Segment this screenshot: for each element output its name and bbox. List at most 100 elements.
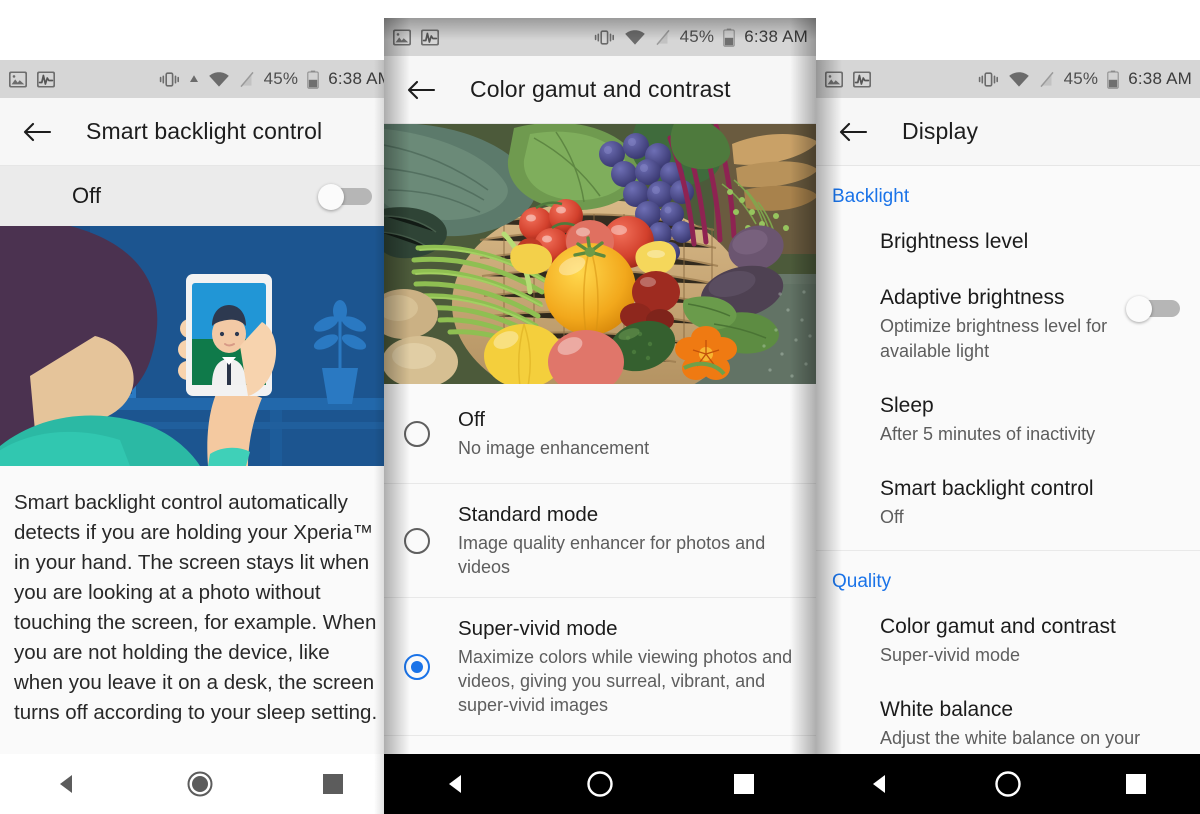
setting-subtitle: After 5 minutes of inactivity xyxy=(880,424,1096,444)
setting-title: Sleep xyxy=(880,394,934,417)
back-arrow-icon[interactable] xyxy=(16,111,58,153)
setting-title: Brightness level xyxy=(880,230,1029,253)
setting-color-gamut-and-contrast[interactable]: Color gamut and contrast Super-vivid mod… xyxy=(816,599,1200,682)
section-header-backlight: Backlight xyxy=(832,186,910,207)
setting-texts: Adaptive brightness Optimize brightness … xyxy=(880,284,1122,364)
battery-percent-label: 45% xyxy=(263,69,299,88)
nav-bar-left xyxy=(0,754,400,814)
setting-brightness-level[interactable]: Brightness level xyxy=(816,214,1200,270)
smart-backlight-toggle-row[interactable]: Off xyxy=(0,166,400,226)
right-phone-panel-display: 45% 6:38 AM Display Backlight Brightness… xyxy=(816,60,1200,814)
status-bar-right: 45% 6:38 AM xyxy=(816,60,1200,98)
switch-knob xyxy=(1126,296,1152,322)
signal-triangle-icon xyxy=(189,74,199,85)
radio-off[interactable] xyxy=(404,420,430,447)
setting-texts: Color gamut and contrast Super-vivid mod… xyxy=(880,613,1180,668)
adaptive-brightness-switch-wrap xyxy=(1122,284,1180,322)
battery-percent-label: 45% xyxy=(1063,69,1099,88)
nav-bar-right xyxy=(816,754,1200,814)
screenshot-root: 45% 6:38 AM Smart backlight control Off xyxy=(0,0,1200,814)
option-description: Maximize colors while viewing photos and… xyxy=(458,647,793,715)
nav-home-icon[interactable] xyxy=(978,762,1038,806)
option-texts: Off No image enhancement xyxy=(458,407,798,460)
setting-smart-backlight-control[interactable]: Smart backlight control Off xyxy=(816,461,1200,544)
nav-back-icon[interactable] xyxy=(37,762,97,806)
setting-subtitle: Super-vivid mode xyxy=(880,645,1021,665)
page-title-left: Smart backlight control xyxy=(86,118,323,144)
wifi-icon xyxy=(624,29,646,46)
wifi-icon xyxy=(1008,71,1030,88)
signal-off-icon xyxy=(1039,71,1055,88)
vibrate-icon xyxy=(594,29,615,46)
page-title-right: Display xyxy=(902,118,979,144)
nav-bar-center xyxy=(384,754,816,814)
adaptive-brightness-switch[interactable] xyxy=(1126,296,1180,322)
nav-recents-icon[interactable] xyxy=(714,762,774,806)
nav-back-icon[interactable] xyxy=(426,762,486,806)
setting-title: Smart backlight control xyxy=(880,477,1094,500)
activity-notification-icon xyxy=(420,28,440,47)
option-super-vivid-mode[interactable]: Super-vivid mode Maximize colors while v… xyxy=(384,598,816,736)
setting-sleep[interactable]: Sleep After 5 minutes of inactivity xyxy=(816,378,1200,461)
clock-label: 6:38 AM xyxy=(744,27,808,46)
nav-recents-icon[interactable] xyxy=(303,762,363,806)
option-description: No image enhancement xyxy=(458,438,650,458)
option-label: Off xyxy=(458,408,485,431)
status-bar-indicators-center: 45% 6:38 AM xyxy=(594,27,808,47)
option-texts: Super-vivid mode Maximize colors while v… xyxy=(458,616,798,717)
back-arrow-icon[interactable] xyxy=(832,111,874,153)
battery-icon xyxy=(1107,70,1119,89)
smart-backlight-switch[interactable] xyxy=(318,184,372,210)
color-gamut-preview-image xyxy=(384,124,816,384)
section-header-quality: Quality xyxy=(832,571,892,592)
status-bar-notifications-center xyxy=(392,28,440,47)
status-bar-left: 45% 6:38 AM xyxy=(0,60,400,98)
nav-recents-icon[interactable] xyxy=(1106,762,1166,806)
status-bar-center: 45% 6:38 AM xyxy=(384,18,816,56)
status-bar-indicators-left: 45% 6:38 AM xyxy=(159,69,392,89)
section-backlight: Backlight Brightness level Adaptive brig… xyxy=(816,166,1200,544)
clock-label: 6:38 AM xyxy=(1128,69,1192,88)
setting-subtitle: Optimize brightness level for available … xyxy=(880,316,1108,361)
setting-title: Color gamut and contrast xyxy=(880,615,1116,638)
setting-title: Adaptive brightness xyxy=(880,286,1065,309)
nav-home-icon[interactable] xyxy=(570,762,630,806)
image-notification-icon xyxy=(392,28,412,47)
image-notification-icon xyxy=(824,70,844,89)
smart-backlight-description: Smart backlight control automatically de… xyxy=(14,491,378,724)
setting-texts: Sleep After 5 minutes of inactivity xyxy=(880,392,1180,447)
smart-backlight-illustration xyxy=(0,226,400,466)
option-standard-mode[interactable]: Standard mode Image quality enhancer for… xyxy=(384,484,816,598)
nav-back-icon[interactable] xyxy=(850,762,910,806)
back-arrow-icon[interactable] xyxy=(400,69,442,111)
nav-home-icon[interactable] xyxy=(170,762,230,806)
setting-adaptive-brightness[interactable]: Adaptive brightness Optimize brightness … xyxy=(816,270,1200,378)
signal-off-icon xyxy=(239,71,255,88)
status-bar-notifications-left xyxy=(8,70,56,89)
vibrate-icon xyxy=(159,71,180,88)
image-notification-icon xyxy=(8,70,28,89)
status-bar-notifications-right xyxy=(824,70,872,89)
app-bar-right: Display xyxy=(816,98,1200,166)
activity-notification-icon xyxy=(36,70,56,89)
app-bar-center: Color gamut and contrast xyxy=(384,56,816,124)
radio-standard-mode[interactable] xyxy=(404,527,430,554)
app-bar-left: Smart backlight control xyxy=(0,98,400,166)
setting-texts: Smart backlight control Off xyxy=(880,475,1180,530)
radio-super-vivid-mode[interactable] xyxy=(404,653,430,680)
setting-title: White balance xyxy=(880,698,1014,721)
switch-knob xyxy=(318,184,344,210)
signal-off-icon xyxy=(655,29,671,46)
option-label: Standard mode xyxy=(458,503,599,526)
option-off[interactable]: Off No image enhancement xyxy=(384,384,816,484)
left-phone-panel-smart-backlight: 45% 6:38 AM Smart backlight control Off xyxy=(0,60,400,814)
page-title-center: Color gamut and contrast xyxy=(470,76,731,102)
activity-notification-icon xyxy=(852,70,872,89)
option-description: Image quality enhancer for photos and vi… xyxy=(458,533,766,577)
option-label: Super-vivid mode xyxy=(458,617,618,640)
setting-subtitle: Off xyxy=(880,507,904,527)
clock-label: 6:38 AM xyxy=(328,69,392,88)
battery-icon xyxy=(307,70,319,89)
setting-texts: Brightness level xyxy=(880,228,1180,256)
status-bar-indicators-right: 45% 6:38 AM xyxy=(978,69,1192,89)
